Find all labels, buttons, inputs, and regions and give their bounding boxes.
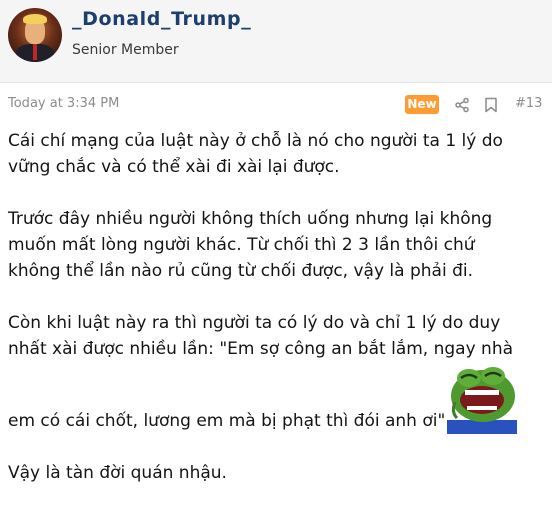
post-timestamp[interactable]: Today at 3:34 PM bbox=[8, 96, 119, 111]
body-line: Cái chí mạng của luật này ở chỗ là nó ch… bbox=[8, 131, 503, 151]
body-line: muốn mất lòng người khác. Từ chối thì 2 … bbox=[8, 235, 475, 255]
post-number-link[interactable]: #13 bbox=[515, 96, 542, 111]
share-icon[interactable] bbox=[452, 95, 472, 115]
post-meta-bar: Today at 3:34 PM New #13 bbox=[0, 82, 552, 126]
share-icon-graphic bbox=[455, 97, 469, 113]
new-badge: New bbox=[405, 95, 439, 114]
avatar[interactable] bbox=[8, 8, 62, 62]
frog-emoji-graphic bbox=[447, 367, 518, 434]
bookmark-icon[interactable] bbox=[481, 95, 501, 115]
avatar-tie-shape bbox=[33, 44, 37, 60]
body-line: Trước đây nhiều người không thích uống n… bbox=[8, 209, 493, 229]
avatar-hair-shape bbox=[23, 14, 47, 24]
username-link[interactable]: _Donald_Trump_ bbox=[72, 8, 251, 30]
body-line: Còn khi luật này ra thì người ta có lý d… bbox=[8, 313, 501, 333]
emoji-line: em có cái chốt, lương em mà bị phạt thì … bbox=[8, 362, 544, 434]
post-message-body: Cái chí mạng của luật này ở chỗ là nó ch… bbox=[8, 128, 544, 486]
body-line: không thể lần nào rủ cũng từ chối được, … bbox=[8, 261, 473, 281]
bookmark-icon-graphic bbox=[485, 97, 497, 113]
body-line: nhất xài được nhiều lần: "Em sợ công an … bbox=[8, 339, 514, 359]
laughing-frog-emoji-icon bbox=[447, 362, 518, 434]
body-line: vững chắc và có thể xài đi xài lại được. bbox=[8, 157, 340, 177]
user-title: Senior Member bbox=[72, 42, 179, 58]
post-user-header: _Donald_Trump_ Senior Member bbox=[0, 0, 552, 83]
body-line: em có cái chốt, lương em mà bị phạt thì … bbox=[8, 411, 446, 431]
body-line: Vậy là tàn đời quán nhậu. bbox=[8, 463, 227, 483]
forum-post: _Donald_Trump_ Senior Member Today at 3:… bbox=[0, 0, 552, 505]
